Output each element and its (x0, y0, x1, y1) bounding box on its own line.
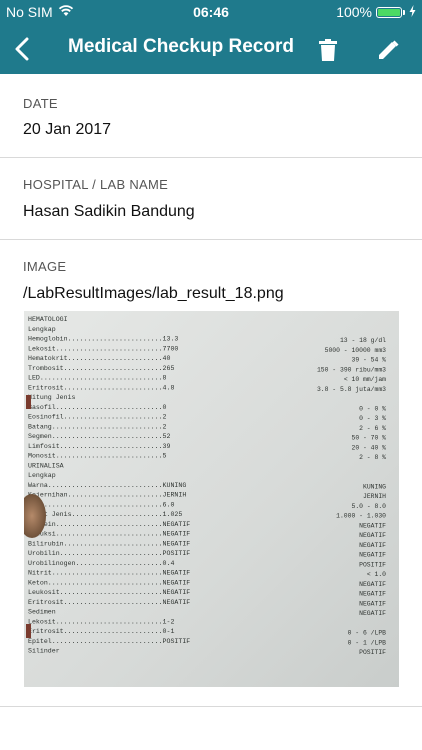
binder-clip-bottom (26, 624, 31, 638)
lab-ref-32: 0 - 6 /LPB (348, 630, 387, 637)
date-label: DATE (23, 96, 58, 111)
lab-line-0: HEMATOLOGI (28, 316, 68, 323)
page-title: Medical Checkup Record (68, 36, 294, 57)
battery-icon (376, 6, 402, 18)
binder-clip-top (26, 395, 31, 409)
lab-ref-29: NEGATIF (359, 600, 386, 607)
lab-line-23: Bilirubin.........................NEGATI… (28, 540, 190, 547)
lab-line-24: Urobilin..........................POSITI… (28, 550, 190, 557)
app-header: No SIM 06:46 100% Medical Checkup Record (0, 0, 422, 74)
lab-result-image[interactable]: HEMATOLOGI Lengkap Hemoglobin...........… (24, 311, 399, 687)
image-label: IMAGE (23, 259, 67, 274)
lab-ref-2: 13 - 18 g/dl (340, 337, 386, 344)
lab-ref-30: NEGATIF (359, 610, 386, 617)
lab-ref-14: 2 - 8 % (359, 454, 386, 461)
lab-line-2: Hemoglobin........................13.3 (28, 336, 178, 343)
trash-icon (319, 39, 337, 61)
lab-line-31: Lekosit...........................1-2 (28, 618, 174, 625)
lab-ref-26: < 1.0 (367, 571, 386, 578)
lab-line-9: Basofil...........................0 (28, 404, 167, 411)
lab-line-29: Eritrosit.........................NEGATI… (28, 599, 190, 606)
lab-line-6: LED...............................8 (28, 375, 167, 382)
hospital-value: Hasan Sadikin Bandung (23, 203, 195, 220)
lab-ref-17: KUNING (363, 483, 386, 490)
status-right: 100% (336, 4, 416, 20)
lab-ref-24: NEGATIF (359, 552, 386, 559)
lab-ref-18: JERNIH (363, 493, 386, 500)
lab-ref-23: NEGATIF (359, 542, 386, 549)
charging-icon (409, 4, 416, 20)
lab-line-34: Silinder (28, 648, 60, 655)
lab-line-25: Urobilinogen......................0.4 (28, 560, 174, 567)
lab-line-18: Kejernihan........................JERNIH (28, 492, 186, 499)
edit-button[interactable] (370, 32, 406, 68)
lab-line-14: Monosit...........................5 (28, 453, 167, 460)
lab-line-20: Berat Jenis.......................1.025 (28, 511, 182, 518)
lab-line-32: Eritrosit.........................0-1 (28, 628, 174, 635)
lab-line-1: Lengkap (28, 326, 56, 333)
back-button[interactable] (4, 30, 40, 68)
image-path: /LabResultImages/lab_result_18.png (23, 285, 284, 302)
lab-line-27: Keton.............................NEGATI… (28, 579, 190, 586)
lab-line-30: Sedimen (28, 609, 56, 616)
lab-ref-33: 0 - 1 /LPB (348, 639, 387, 646)
lab-ref-13: 20 - 40 % (351, 444, 386, 451)
lab-ref-25: POSITIF (359, 561, 386, 568)
lab-ref-27: NEGATIF (359, 581, 386, 588)
chevron-left-icon (15, 37, 29, 61)
hospital-label: HOSPITAL / LAB NAME (23, 177, 169, 192)
delete-button[interactable] (310, 32, 346, 68)
hospital-section: HOSPITAL / LAB NAME Hasan Sadikin Bandun… (0, 158, 422, 240)
lab-line-16: Lengkap (28, 472, 56, 479)
lab-line-5: Trombosit.........................265 (28, 365, 174, 372)
lab-line-11: Batang............................2 (28, 423, 167, 430)
lab-line-22: Reduksi...........................NEGATI… (28, 531, 190, 538)
battery-tip (403, 9, 405, 15)
lab-line-8: Hitung Jenis (28, 394, 76, 401)
lab-ref-22: NEGATIF (359, 532, 386, 539)
lab-ref-9: 0 - 0 % (359, 405, 386, 412)
lab-line-21: Protein...........................NEGATI… (28, 521, 190, 528)
lab-line-28: Leukosit..........................NEGATI… (28, 589, 190, 596)
lab-line-10: Eosinofil.........................2 (28, 414, 167, 421)
lab-ref-4: 39 - 54 % (351, 357, 386, 364)
lab-line-4: Hematokrit........................40 (28, 355, 170, 362)
lab-line-3: Lekosit...........................7700 (28, 345, 178, 352)
lab-ref-7: 3.8 - 5.8 juta/mm3 (317, 386, 386, 393)
lab-ref-20: 1.000 - 1.030 (336, 513, 386, 520)
lab-line-7: Eritrosit.........................4.8 (28, 384, 174, 391)
lab-line-12: Segmen............................52 (28, 433, 170, 440)
lab-ref-19: 5.0 - 8.0 (351, 503, 386, 510)
lab-line-33: Epitel............................POSITI… (28, 638, 190, 645)
battery-percent: 100% (336, 4, 372, 20)
date-section: DATE 20 Jan 2017 (0, 74, 422, 158)
date-value: 20 Jan 2017 (23, 121, 112, 138)
lab-ref-21: NEGATIF (359, 522, 386, 529)
lab-ref-10: 0 - 3 % (359, 415, 386, 422)
lab-ref-12: 50 - 70 % (351, 435, 386, 442)
lab-result-sheet: HEMATOLOGI Lengkap Hemoglobin...........… (24, 311, 399, 687)
lab-ref-28: NEGATIF (359, 591, 386, 598)
lab-line-13: Limfosit..........................39 (28, 443, 170, 450)
lab-ref-5: 150 - 390 ribu/mm3 (317, 366, 386, 373)
lab-ref-34: POSITIF (359, 649, 386, 656)
lab-ref-3: 5000 - 10000 mm3 (325, 347, 387, 354)
status-bar: No SIM 06:46 100% (0, 0, 422, 24)
nav-bar: Medical Checkup Record (0, 24, 422, 74)
lab-line-26: Nitrit............................NEGATI… (28, 570, 190, 577)
lab-line-17: Warna.............................KUNING (28, 482, 186, 489)
lab-ref-6: < 10 mm/jam (344, 376, 386, 383)
lab-ref-11: 2 - 6 % (359, 425, 386, 432)
pencil-icon (379, 40, 399, 59)
lab-line-19: pH................................6.0 (28, 501, 174, 508)
lab-line-15: URINALISA (28, 462, 64, 469)
